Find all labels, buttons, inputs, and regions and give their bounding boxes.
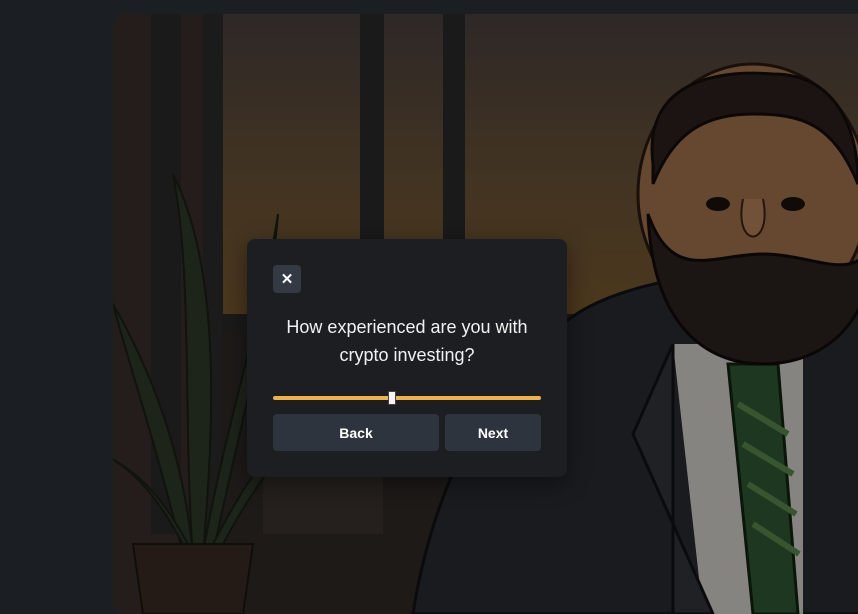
experience-slider[interactable] xyxy=(273,391,541,405)
close-icon: ✕ xyxy=(280,271,294,288)
next-button[interactable]: Next xyxy=(445,414,541,451)
survey-modal: ✕ How experienced are you with crypto in… xyxy=(247,239,567,477)
back-button[interactable]: Back xyxy=(273,414,439,451)
question-text: How experienced are you with crypto inve… xyxy=(286,317,528,365)
slider-thumb[interactable] xyxy=(387,391,396,405)
close-button[interactable]: ✕ xyxy=(273,265,301,293)
